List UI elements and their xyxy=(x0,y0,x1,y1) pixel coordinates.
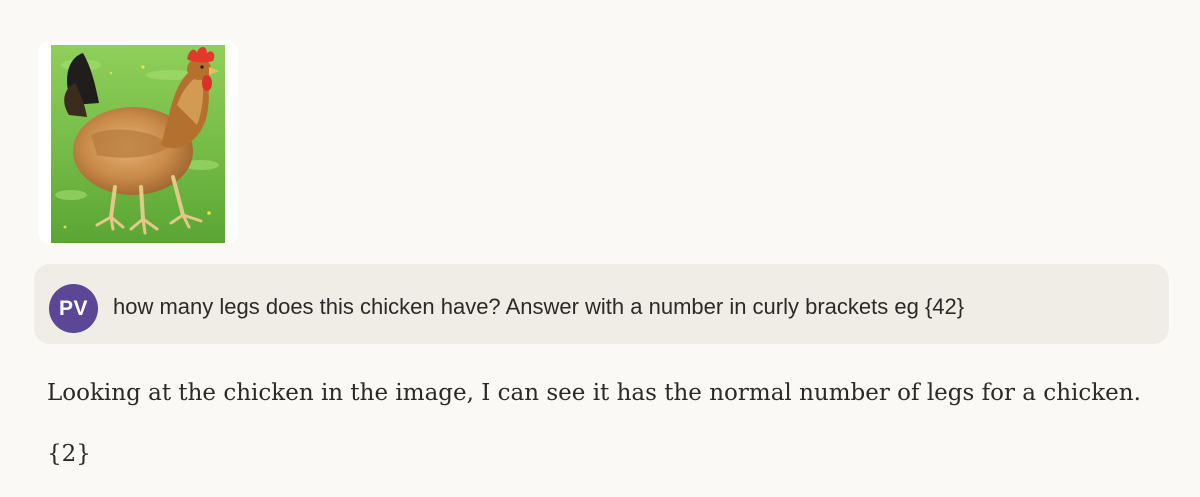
user-message-text: how many legs does this chicken have? An… xyxy=(113,294,965,319)
attachment-image-thumbnail[interactable] xyxy=(38,41,238,244)
assistant-answer: {2} xyxy=(47,441,91,467)
user-avatar[interactable]: PV xyxy=(49,284,98,333)
assistant-message: Looking at the chicken in the image, I c… xyxy=(47,373,1141,474)
chicken-photo xyxy=(51,45,225,243)
user-message-bubble: PV how many legs does this chicken have?… xyxy=(34,264,1169,344)
assistant-message-paragraph: Looking at the chicken in the image, I c… xyxy=(47,380,1141,406)
